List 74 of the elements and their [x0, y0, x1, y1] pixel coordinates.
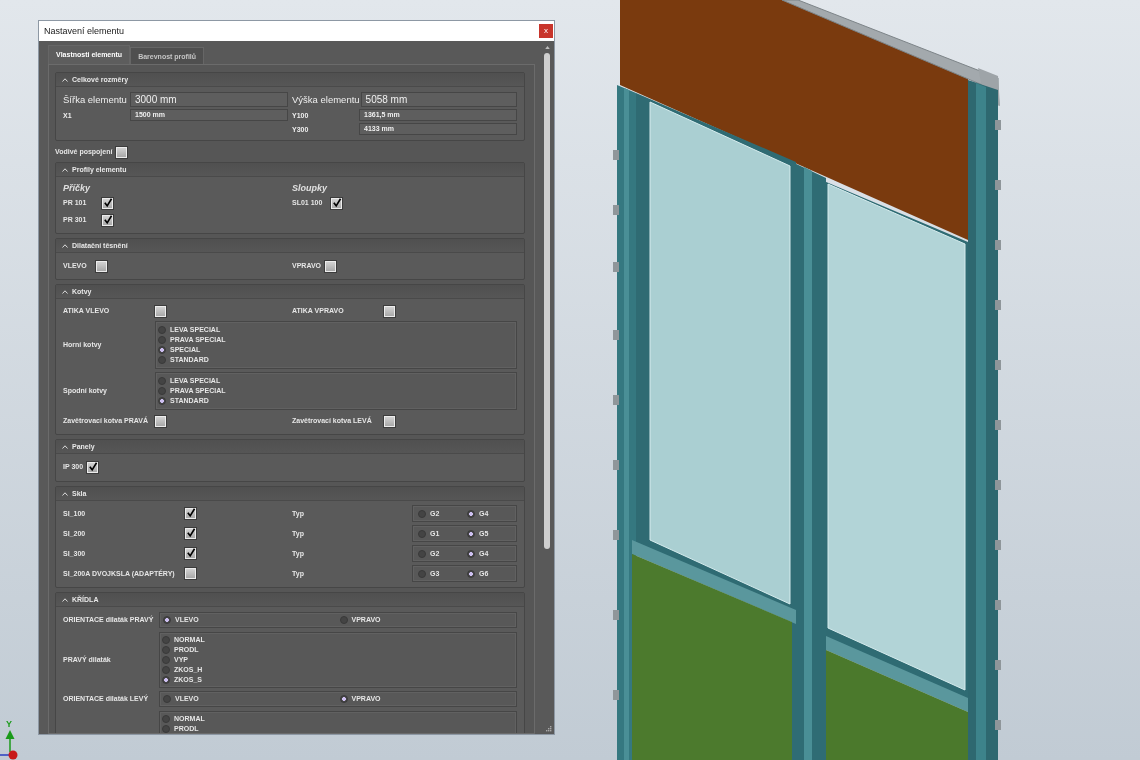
- mounting-clip: [995, 480, 1001, 490]
- radio-button[interactable]: [418, 529, 426, 538]
- radio-button[interactable]: [162, 646, 170, 654]
- scrollbar-thumb[interactable]: [544, 53, 550, 549]
- checkbox[interactable]: [87, 461, 99, 473]
- axis-label: Y: [6, 719, 12, 729]
- radio-button[interactable]: [158, 326, 166, 334]
- mounting-clip: [995, 420, 1001, 430]
- radio-button[interactable]: [158, 377, 166, 385]
- checkbox[interactable]: [325, 260, 336, 272]
- field-label: Šířka elementu: [63, 94, 128, 105]
- input-field[interactable]: 3000 mm: [130, 92, 288, 107]
- radio-button[interactable]: [162, 656, 170, 664]
- mounting-clip: [995, 300, 1001, 310]
- mounting-clip: [613, 262, 619, 272]
- radio-button[interactable]: [162, 725, 170, 733]
- radio-button[interactable]: [339, 616, 348, 624]
- radio-button[interactable]: [339, 695, 348, 703]
- radio-button[interactable]: [158, 346, 166, 354]
- checkbox[interactable]: [96, 260, 107, 272]
- checkbox[interactable]: [185, 568, 196, 579]
- radio-button[interactable]: [418, 509, 426, 518]
- radio-button[interactable]: [162, 666, 170, 674]
- mounting-clip: [995, 360, 1001, 370]
- checkbox[interactable]: [155, 415, 166, 427]
- radio-button[interactable]: [163, 695, 171, 703]
- mounting-clip: [995, 180, 1001, 190]
- radio-button[interactable]: [158, 397, 166, 405]
- checkbox[interactable]: [384, 415, 395, 427]
- mounting-clip: [995, 240, 1001, 250]
- checkbox[interactable]: [102, 197, 113, 209]
- radio-button[interactable]: [163, 616, 171, 624]
- group-heading: Sloupky: [292, 182, 328, 194]
- radio-button[interactable]: [162, 676, 170, 684]
- mounting-clip: [613, 610, 619, 620]
- radio-button[interactable]: [467, 529, 475, 538]
- mounting-clip: [995, 660, 1001, 670]
- mounting-clip: [995, 540, 1001, 550]
- input-field[interactable]: 5058 mm: [360, 92, 517, 107]
- checkbox[interactable]: [185, 528, 196, 539]
- radio-button[interactable]: [162, 715, 170, 723]
- radio-button[interactable]: [418, 569, 426, 578]
- radio-button[interactable]: [158, 387, 166, 395]
- group-heading: Příčky: [63, 182, 92, 194]
- radio-button[interactable]: [158, 336, 166, 344]
- mounting-clip: [613, 330, 619, 340]
- mounting-clip: [995, 600, 1001, 610]
- radio-button[interactable]: [162, 636, 170, 644]
- mounting-clip: [613, 205, 619, 215]
- checkbox[interactable]: [384, 305, 395, 317]
- field-label: Výška elementu: [292, 94, 361, 105]
- close-button[interactable]: x: [539, 24, 553, 38]
- mounting-clip: [613, 530, 619, 540]
- mounting-clip: [613, 395, 619, 405]
- radio-button[interactable]: [467, 569, 475, 578]
- checkbox[interactable]: [102, 214, 113, 226]
- window-title: Nastavení elementu: [44, 26, 125, 36]
- checkbox[interactable]: [155, 305, 166, 317]
- radio-button[interactable]: [158, 356, 166, 364]
- mounting-clip: [995, 120, 1001, 130]
- mounting-clip: [613, 150, 619, 160]
- mounting-clip: [995, 720, 1001, 730]
- caret-up-icon[interactable]: [544, 46, 550, 49]
- checkbox[interactable]: [185, 548, 196, 559]
- radio-button[interactable]: [467, 549, 475, 558]
- resize-grip-icon[interactable]: [545, 725, 552, 732]
- mounting-clip: [613, 690, 619, 700]
- checkbox[interactable]: [185, 508, 196, 519]
- radio-button[interactable]: [467, 509, 475, 518]
- radio-button[interactable]: [418, 549, 426, 558]
- mounting-clip: [613, 460, 619, 470]
- checkbox[interactable]: [116, 146, 128, 158]
- checkbox[interactable]: [331, 197, 342, 209]
- axis-triad-icon: [0, 730, 18, 760]
